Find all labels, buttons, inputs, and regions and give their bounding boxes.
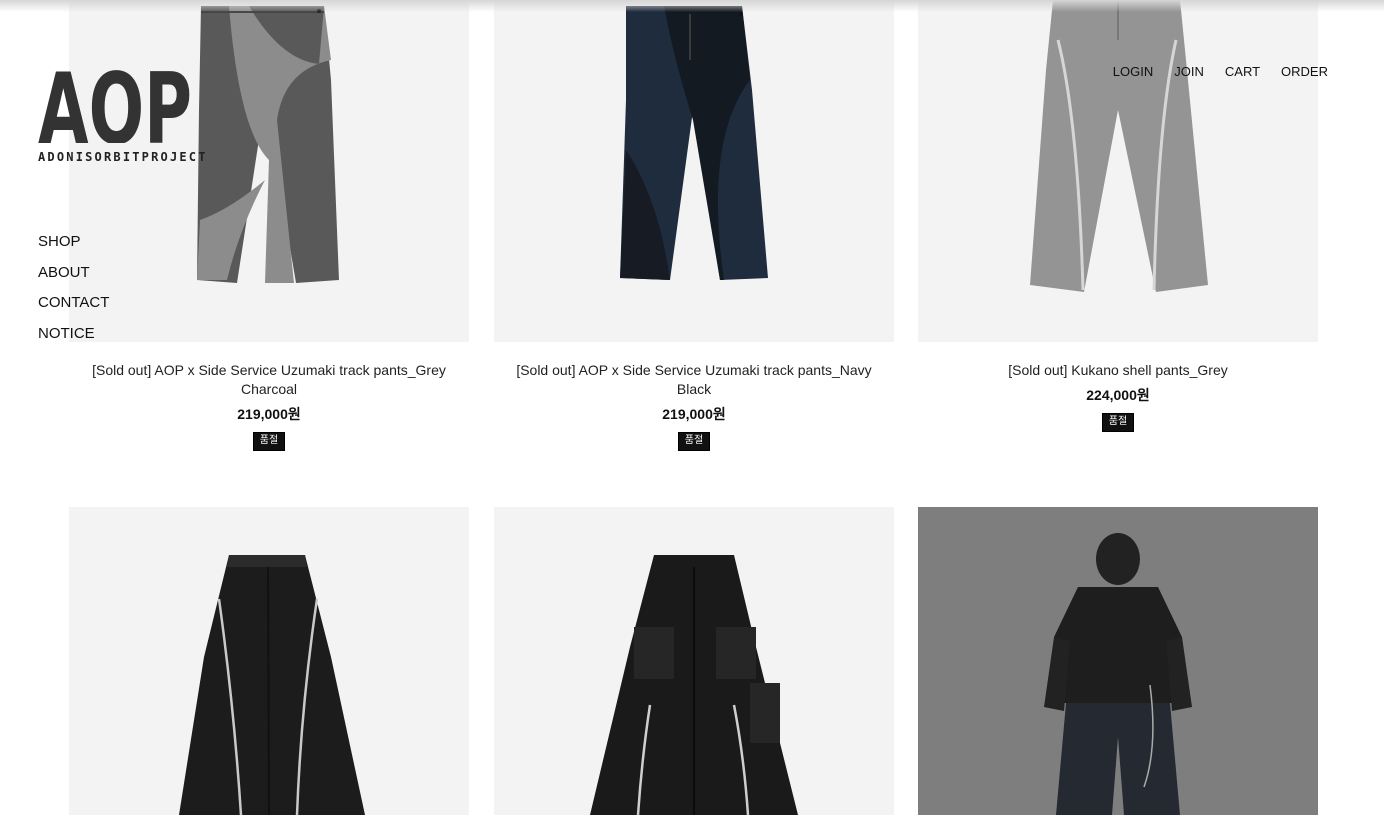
grey-shell-pants-image xyxy=(1030,0,1208,292)
brand-subtitle: ADONISORBITPROJECT xyxy=(38,150,208,164)
svg-text:AOP: AOP xyxy=(38,63,192,143)
brand-logo[interactable]: AOP ADONISORBITPROJECT xyxy=(38,53,208,167)
product-image[interactable] xyxy=(494,0,894,342)
top-scroll-shadow xyxy=(0,0,1384,12)
nav-notice[interactable]: NOTICE xyxy=(38,318,109,349)
product-name[interactable]: [Sold out] AOP x Side Service Uzumaki tr… xyxy=(494,361,894,399)
product-image[interactable] xyxy=(69,0,469,342)
order-link[interactable]: ORDER xyxy=(1281,63,1328,81)
product-price: 224,000원 xyxy=(1086,387,1150,403)
product-name[interactable]: [Sold out] AOP x Side Service Uzumaki tr… xyxy=(69,361,469,399)
nav-contact[interactable]: CONTACT xyxy=(38,287,109,318)
black-cargo-pants-image xyxy=(590,555,798,815)
product-card[interactable] xyxy=(918,507,1318,815)
product-price: 219,000원 xyxy=(662,406,726,422)
product-price: 219,000원 xyxy=(237,406,301,422)
product-card[interactable] xyxy=(69,507,469,815)
join-link[interactable]: JOIN xyxy=(1174,63,1204,81)
product-card[interactable] xyxy=(494,507,894,815)
sold-out-badge: 품절 xyxy=(677,432,711,451)
black-zip-pants-image xyxy=(179,555,365,815)
top-navigation: LOGIN JOIN CART ORDER xyxy=(1113,63,1328,81)
product-image[interactable] xyxy=(918,507,1318,815)
cart-link[interactable]: CART xyxy=(1225,63,1260,81)
nav-about[interactable]: ABOUT xyxy=(38,257,109,288)
sold-out-badge: 품절 xyxy=(252,432,286,451)
product-name[interactable]: [Sold out] Kukano shell pants_Grey xyxy=(918,361,1318,380)
grey-charcoal-pants-image xyxy=(197,6,339,283)
side-navigation: SHOP ABOUT CONTACT NOTICE xyxy=(38,226,109,348)
model-leather-jacket-image xyxy=(1044,533,1192,815)
product-image[interactable] xyxy=(918,0,1318,342)
login-link[interactable]: LOGIN xyxy=(1113,63,1153,81)
nav-shop[interactable]: SHOP xyxy=(38,226,109,257)
product-card[interactable]: [Sold out] AOP x Side Service Uzumaki tr… xyxy=(494,0,894,451)
product-image[interactable] xyxy=(69,507,469,815)
navy-black-pants-image xyxy=(620,6,768,280)
sold-out-badge: 품절 xyxy=(1101,413,1135,432)
aop-logo-icon: AOP xyxy=(38,53,192,167)
product-image[interactable] xyxy=(494,507,894,815)
